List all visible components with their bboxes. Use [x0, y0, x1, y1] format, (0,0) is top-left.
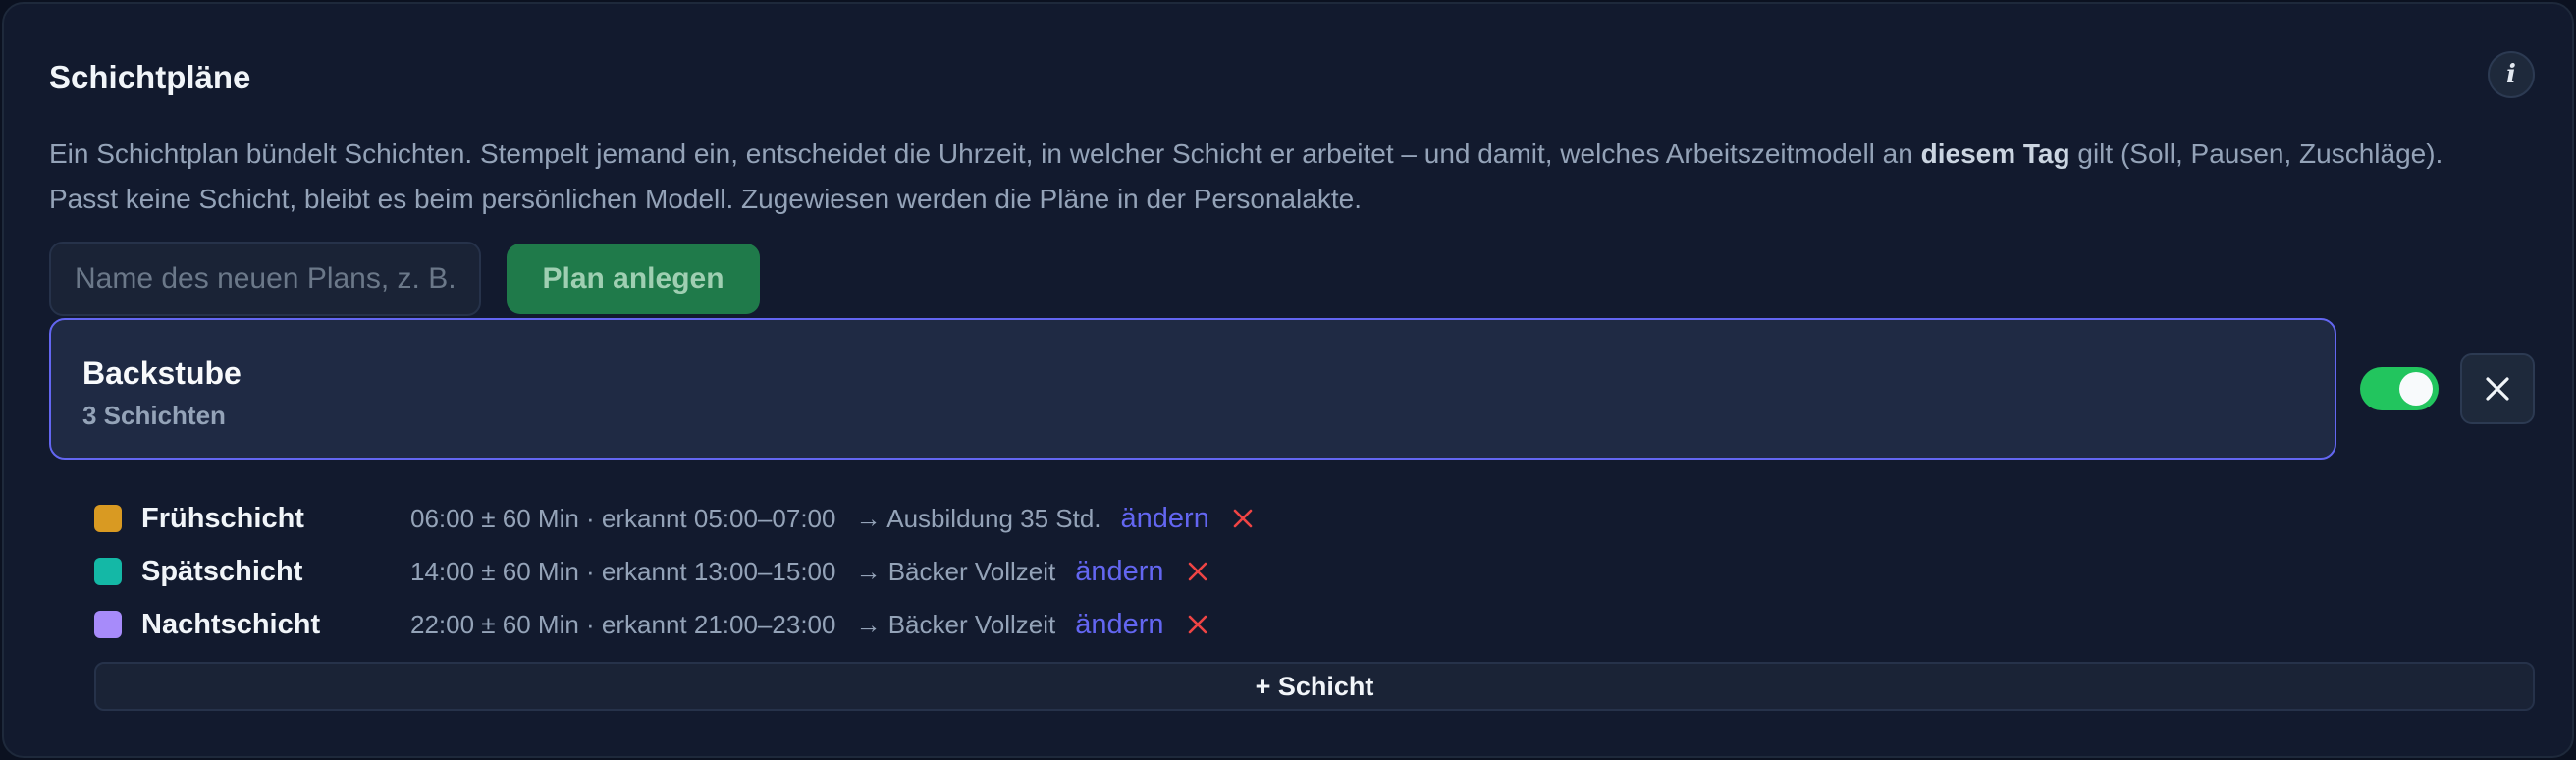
shift-row: Frühschicht 06:00 ± 60 Min · erkannt 05:…: [94, 499, 1257, 538]
shift-name: Frühschicht: [141, 502, 304, 534]
shift-model: → Bäcker Vollzeit: [855, 609, 1056, 639]
plan-name: Backstube: [82, 355, 242, 391]
description-bold: diesem Tag: [1920, 138, 2070, 169]
shift-color-swatch: [94, 611, 122, 638]
shift-color-swatch: [94, 558, 122, 585]
shift-name: Nachtschicht: [141, 608, 321, 640]
edit-shift-link[interactable]: ändern: [1075, 556, 1163, 588]
create-plan-button[interactable]: Plan anlegen: [507, 244, 760, 314]
new-plan-name-input[interactable]: [49, 242, 481, 316]
plan-active-toggle[interactable]: [2360, 367, 2439, 410]
panel-description: Ein Schichtplan bündelt Schichten. Stemp…: [49, 132, 2444, 222]
plan-card[interactable]: Backstube 3 Schichten: [49, 318, 2336, 460]
shift-time-info: 22:00 ± 60 Min · erkannt 21:00–23:00: [410, 609, 836, 639]
shift-model: → Ausbildung 35 Std.: [855, 503, 1101, 533]
shift-time-info: 06:00 ± 60 Min · erkannt 05:00–07:00: [410, 503, 836, 533]
info-icon[interactable]: i: [2488, 51, 2535, 98]
delete-plan-button[interactable]: [2460, 353, 2535, 424]
shift-color-swatch: [94, 505, 122, 532]
remove-icon[interactable]: [1184, 611, 1211, 638]
panel-title: Schichtpläne: [49, 59, 251, 95]
shift-row: Spätschicht 14:00 ± 60 Min · erkannt 13:…: [94, 552, 1211, 591]
add-shift-button[interactable]: + Schicht: [94, 662, 2535, 711]
description-text-1: Ein Schichtplan bündelt Schichten. Stemp…: [49, 138, 1921, 169]
remove-icon[interactable]: [1229, 505, 1257, 532]
remove-icon[interactable]: [1184, 558, 1211, 585]
edit-shift-link[interactable]: ändern: [1121, 503, 1209, 535]
shift-plans-panel: Schichtpläne i Ein Schichtplan bündelt S…: [2, 2, 2574, 758]
shift-time-info: 14:00 ± 60 Min · erkannt 13:00–15:00: [410, 556, 836, 586]
toggle-knob: [2399, 372, 2433, 406]
shift-row: Nachtschicht 22:00 ± 60 Min · erkannt 21…: [94, 605, 1211, 644]
shift-model: → Bäcker Vollzeit: [855, 556, 1056, 586]
plan-shift-count: 3 Schichten: [82, 401, 226, 430]
shift-name: Spätschicht: [141, 555, 303, 587]
edit-shift-link[interactable]: ändern: [1075, 609, 1163, 641]
close-icon: [2486, 377, 2509, 401]
